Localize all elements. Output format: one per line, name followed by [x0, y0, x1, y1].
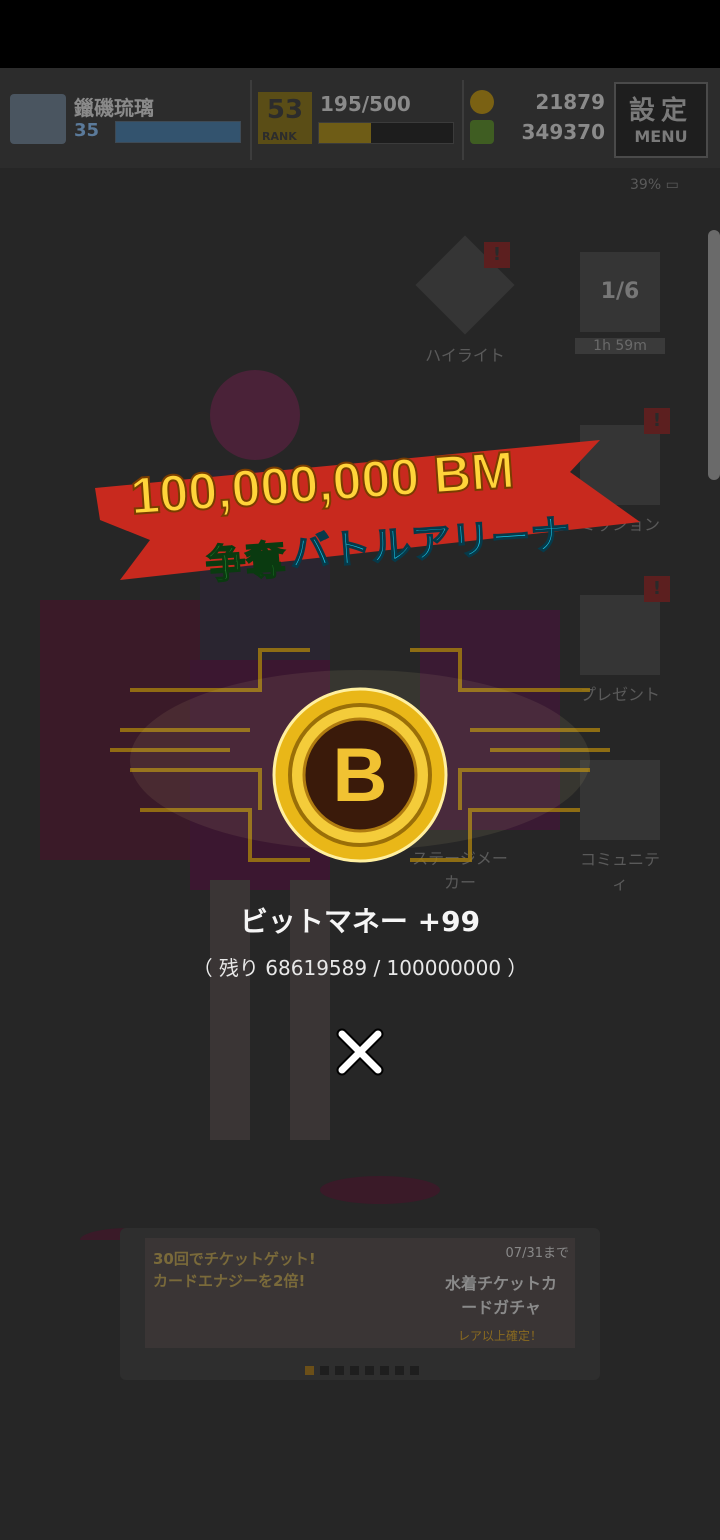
battery-indicator: 39% ▭ [630, 177, 679, 193]
pagination-dot[interactable] [350, 1366, 359, 1375]
battery-text: 39% [630, 177, 662, 193]
status-bar [0, 0, 720, 68]
banner-left-text: 30回でチケットゲット! カードエナジーを2倍! [153, 1250, 316, 1290]
header-divider [462, 80, 464, 160]
pagination-dot[interactable] [335, 1366, 344, 1375]
remaining-text: （ 残り 68619589 / 100000000 ） [192, 956, 528, 980]
coin-icon [470, 90, 494, 114]
player-avatar[interactable] [10, 94, 66, 144]
pagination-dot[interactable] [380, 1366, 389, 1375]
player-name: 鑞磯琉璃 [74, 96, 154, 120]
coin-count: 21879 [535, 90, 605, 114]
close-icon[interactable] [330, 1022, 390, 1082]
reward-text: ビットマネー +99 [239, 905, 481, 938]
header-divider [250, 80, 252, 160]
event-banner-image[interactable]: 30回でチケットゲット! カードエナジーを2倍! 07/31まで 水着チケットカ… [145, 1238, 575, 1348]
pagination-dot[interactable] [410, 1366, 419, 1375]
player-exp-bar [115, 121, 241, 143]
timer-text: 1h 59m [575, 338, 665, 354]
event-title-logo: 100,000,000 BM 争奪 バトルアリーナ [95, 440, 640, 589]
panel-icon: 1/6 [580, 252, 660, 332]
stamina-fill [319, 123, 372, 143]
banner-date: 07/31まで [505, 1246, 569, 1261]
menu-kanji: 設定 [628, 96, 693, 126]
banner-pagination[interactable] [305, 1360, 425, 1379]
coin-letter: B [333, 733, 388, 818]
settings-menu-button[interactable]: 設定 MENU [614, 82, 708, 158]
timer-count: 1/6 [600, 279, 640, 304]
notice-icon: ! [484, 242, 510, 268]
timer-button[interactable]: 1/6 1h 59m [575, 252, 665, 354]
player-level: 35 [74, 120, 100, 141]
event-title-sub-a: 争奪 [204, 537, 288, 589]
highlight-label: ハイライト [425, 346, 505, 365]
banner-right-sub: レア以上確定！ [457, 1329, 542, 1343]
bit-money-icon [470, 120, 494, 144]
pagination-dot[interactable] [395, 1366, 404, 1375]
bit-money-count: 349370 [521, 120, 606, 144]
bit-money-coin-icon: B [272, 687, 448, 863]
pagination-dot[interactable] [365, 1366, 374, 1375]
rank-label: RANK [262, 130, 297, 143]
pagination-dot[interactable] [305, 1366, 314, 1375]
stamina-bar [318, 122, 454, 144]
pagination-dot[interactable] [320, 1366, 329, 1375]
stamina-text: 195/500 [320, 92, 411, 116]
menu-label: MENU [634, 127, 688, 146]
banner-right-text: 水着チケットカードガチャ [444, 1274, 557, 1317]
